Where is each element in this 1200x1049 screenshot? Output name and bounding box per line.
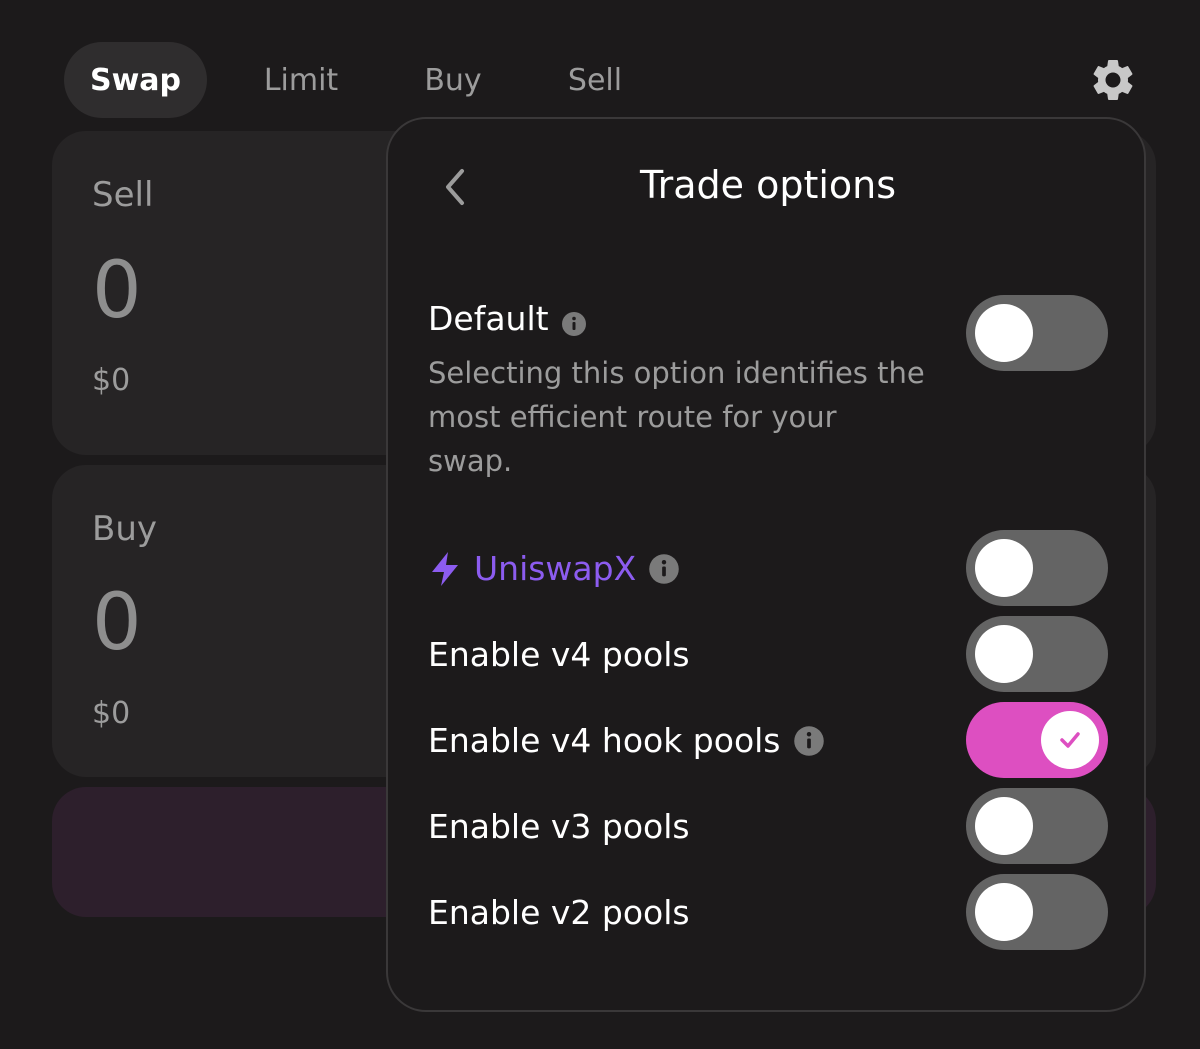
sell-usd-value: $0 — [92, 363, 131, 398]
toggle-knob — [1041, 711, 1099, 769]
v4-hook-pools-label-text: Enable v4 hook pools — [428, 721, 781, 760]
buy-amount-input[interactable]: 0 — [92, 578, 142, 668]
gear-icon[interactable] — [1088, 55, 1138, 105]
buy-usd-value: $0 — [92, 696, 131, 731]
v4-pools-toggle[interactable] — [966, 616, 1108, 692]
v4-hook-pools-toggle[interactable] — [966, 702, 1108, 778]
v4-pools-label-text: Enable v4 pools — [428, 635, 690, 674]
lightning-icon — [428, 550, 462, 588]
uniswapx-toggle[interactable] — [966, 530, 1108, 606]
default-label-text: Default — [428, 299, 549, 338]
v2-pools-toggle[interactable] — [966, 874, 1108, 950]
default-option-label: Default — [428, 299, 587, 338]
info-icon[interactable] — [648, 553, 680, 585]
buy-label: Buy — [92, 509, 157, 549]
popover-title: Trade options — [639, 163, 897, 207]
v3-pools-toggle[interactable] — [966, 788, 1108, 864]
v2-pools-option-label: Enable v2 pools — [428, 893, 690, 932]
uniswapx-label-text: UniswapX — [474, 549, 637, 588]
trade-options-popover: Trade options Default Selecting this opt… — [386, 117, 1146, 1012]
v4-hook-pools-option-label: Enable v4 hook pools — [428, 721, 825, 760]
swap-page: Swap Limit Buy Sell Sell 0 $0 Buy 0 $0 T… — [0, 0, 1200, 1049]
sell-amount-input[interactable]: 0 — [92, 246, 142, 336]
info-icon[interactable] — [561, 306, 587, 336]
v3-pools-option-label: Enable v3 pools — [428, 807, 690, 846]
v3-pools-label-text: Enable v3 pools — [428, 807, 690, 846]
tab-swap[interactable]: Swap — [64, 42, 207, 118]
tab-limit[interactable]: Limit — [236, 42, 366, 118]
sell-label: Sell — [92, 175, 154, 215]
toggle-knob — [975, 625, 1033, 683]
default-option-description: Selecting this option identifies the mos… — [428, 356, 925, 478]
check-icon — [1060, 732, 1080, 748]
v4-pools-option-label: Enable v4 pools — [428, 635, 690, 674]
uniswapx-option-label: UniswapX — [428, 549, 680, 588]
toggle-knob — [975, 539, 1033, 597]
toggle-knob — [975, 304, 1033, 362]
toggle-knob — [975, 883, 1033, 941]
default-toggle[interactable] — [966, 295, 1108, 371]
tab-sell[interactable]: Sell — [540, 42, 650, 118]
v2-pools-label-text: Enable v2 pools — [428, 893, 690, 932]
toggle-knob — [975, 797, 1033, 855]
info-icon[interactable] — [793, 725, 825, 757]
tab-buy[interactable]: Buy — [398, 42, 508, 118]
